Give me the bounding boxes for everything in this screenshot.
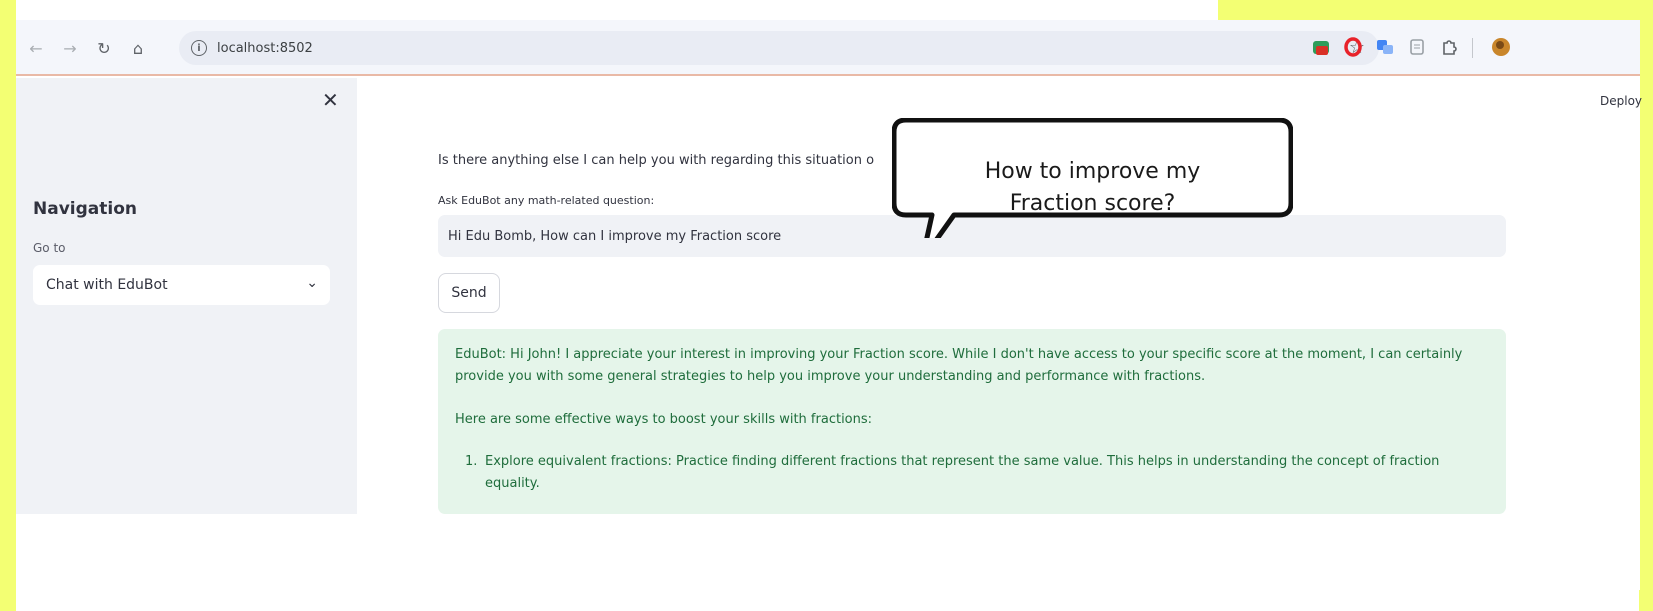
puzzle-icon[interactable] [1438,36,1460,58]
callout-text: How to improve my Fraction score? [892,156,1293,220]
sidebar-title: Navigation [33,199,137,219]
goto-label: Go to [33,241,66,255]
reload-icon[interactable]: ↻ [92,36,116,60]
list-item: 1. Explore equivalent fractions: Practic… [455,451,1485,495]
browser-window: ← → ↻ ⌂ i localhost:8502 ☆ ✕ Navigation … [16,20,1642,590]
yellow-frame-left [0,0,16,611]
response-paragraph: EduBot: Hi John! I appreciate your inter… [455,347,1463,384]
yellow-frame-top [1218,0,1653,20]
yellow-frame-right [1639,0,1653,611]
list-item-number: 1. [465,454,478,469]
edubot-response-box: EduBot: Hi John! I appreciate your inter… [438,329,1506,514]
info-icon[interactable]: i [191,40,207,56]
home-icon[interactable]: ⌂ [126,36,150,60]
address-bar[interactable]: i localhost:8502 ☆ [179,31,1379,65]
question-input-label: Ask EduBot any math-related question: [438,194,655,207]
callout-line: How to improve my [984,159,1201,184]
arrow-left-icon[interactable]: ← [24,36,48,60]
profile-avatar-icon[interactable] [1490,36,1512,58]
toolbar-divider [1472,38,1473,58]
previous-response-text: Is there anything else I can help you wi… [438,153,875,168]
translate-icon[interactable] [1374,36,1396,58]
arrow-right-icon[interactable]: → [58,36,82,60]
sidebar: ✕ Navigation Go to Chat with EduBot ⌄ [16,78,357,514]
page-select-value: Chat with EduBot [46,277,168,293]
question-input[interactable]: Hi Edu Bomb, How can I improve my Fracti… [438,215,1506,257]
send-button[interactable]: Send [438,273,500,313]
reader-icon[interactable] [1406,36,1428,58]
opera-icon[interactable] [1342,36,1364,58]
question-input-value: Hi Edu Bomb, How can I improve my Fracti… [448,228,782,244]
url-text: localhost:8502 [217,40,313,56]
close-icon[interactable]: ✕ [322,88,339,112]
chevron-down-icon[interactable]: ⌄ [306,275,318,291]
deploy-button[interactable]: Deploy [1600,94,1642,108]
callout-line: Fraction score? [1009,191,1176,216]
list-item-text: Explore equivalent fractions: Practice f… [485,454,1440,491]
extension-icon[interactable] [1310,36,1332,58]
response-paragraph: Here are some effective ways to boost yo… [455,412,873,427]
browser-toolbar: ← → ↻ ⌂ i localhost:8502 ☆ [16,20,1640,76]
page-select[interactable]: Chat with EduBot ⌄ [33,265,330,305]
